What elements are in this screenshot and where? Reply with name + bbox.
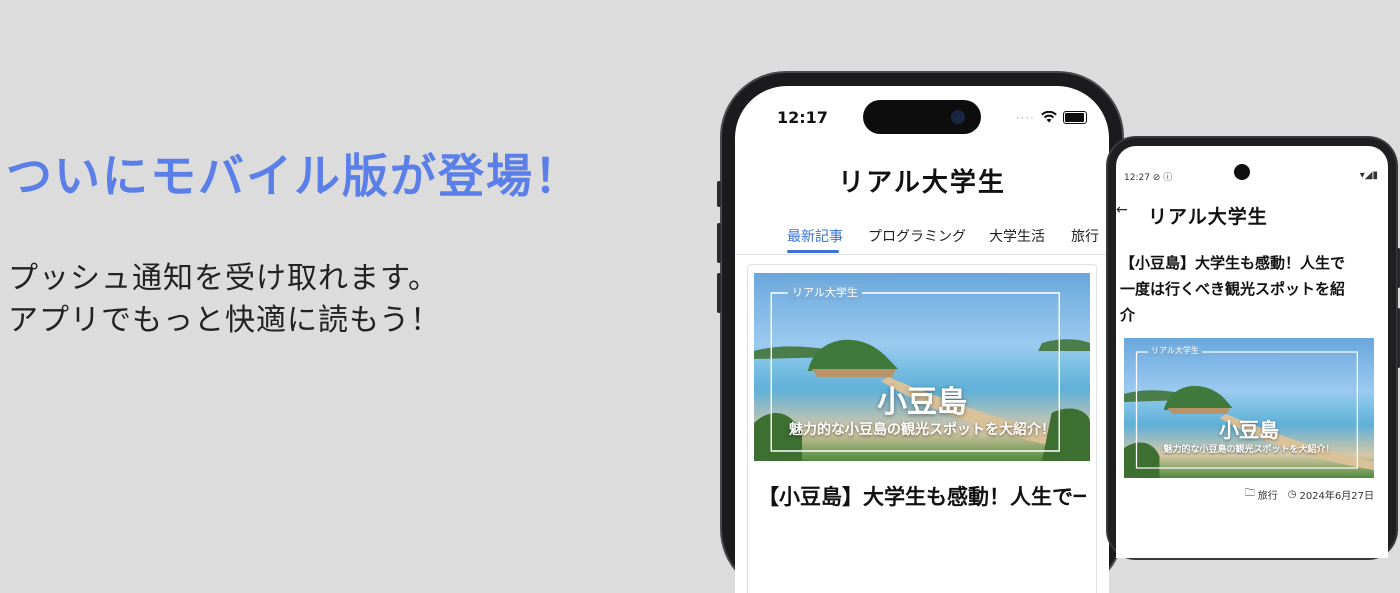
promo-subtext-line: アプリでもっと快適に読もう！: [8, 303, 442, 338]
thumbnail-title: 小豆島: [877, 385, 967, 420]
tab-travel[interactable]: 旅行: [1071, 226, 1099, 246]
article-thumbnail: リアル大学生 小豆島 魅力的な小豆島の観光スポットを大紹介！: [1124, 338, 1374, 478]
status-time: 12:17: [777, 108, 828, 127]
promo-subtext: プッシュ通知を受け取れます。 アプリでもっと快適に読もう！: [8, 258, 441, 342]
folder-icon: 🗀: [1244, 488, 1255, 499]
camera-icon: [951, 110, 965, 124]
article-title[interactable]: 【小豆島】大学生も感動！人生で一: [758, 479, 1086, 515]
thumbnail-title: 小豆島: [1219, 418, 1279, 442]
thumbnail-caption: 魅力的な小豆島の観光スポットを大紹介！: [789, 422, 1055, 438]
thumbnail-caption: 魅力的な小豆島の観光スポットを大紹介！: [1163, 445, 1335, 455]
android-mockup: 12:27 ⊘ ⓘ ▾◢▮ ← リアル大学生 【小豆島】大学生も感動！人生で 一…: [1108, 138, 1400, 558]
android-screen: 12:27 ⊘ ⓘ ▾◢▮ ← リアル大学生 【小豆島】大学生も感動！人生で 一…: [1116, 146, 1388, 558]
article-title-line: 介: [1120, 306, 1136, 324]
volume-down-button: [717, 273, 721, 313]
status-time: 12:27 ⊘ ⓘ: [1124, 173, 1173, 183]
tab-programming[interactable]: プログラミング: [868, 226, 966, 246]
thumbnail-brand: リアル大学生: [788, 284, 862, 300]
status-icons: ▾◢▮: [1359, 170, 1378, 181]
article-category[interactable]: 🗀 旅行: [1245, 486, 1278, 503]
thumbnail-brand: リアル大学生: [1148, 345, 1202, 356]
battery-icon: [1063, 111, 1087, 124]
site-logo[interactable]: リアル大学生: [735, 162, 1109, 199]
article-thumbnail[interactable]: リアル大学生 小豆島 魅力的な小豆島の観光スポットを大紹介！: [754, 273, 1090, 461]
article-title: 【小豆島】大学生も感動！人生で 一度は行くべき観光スポットを紹 介: [1120, 250, 1380, 328]
volume-up-button: [717, 223, 721, 263]
site-logo[interactable]: リアル大学生: [1148, 202, 1268, 229]
signal-icon: ····: [1015, 110, 1035, 125]
tabs-divider: [735, 254, 1109, 255]
mute-switch: [717, 181, 721, 207]
iphone-screen: 12:17 ···· リアル大学生 最新記事 プログラミング 大学生活 旅行 リ…: [735, 86, 1109, 593]
article-card[interactable]: リアル大学生 小豆島 魅力的な小豆島の観光スポットを大紹介！ 【小豆島】大学生も…: [747, 264, 1097, 593]
camera-icon: [1234, 164, 1250, 180]
article-title-line: 【小豆島】大学生も感動！人生で: [1120, 254, 1346, 272]
back-arrow-icon[interactable]: ←: [1116, 202, 1128, 218]
tab-college-life[interactable]: 大学生活: [989, 226, 1045, 246]
clock-icon: ◷: [1287, 489, 1297, 500]
category-tabs: 最新記事 プログラミング 大学生活 旅行: [735, 214, 1109, 254]
island-photo: [1124, 351, 1374, 478]
active-tab-indicator: [787, 250, 839, 253]
tab-latest[interactable]: 最新記事: [787, 226, 843, 246]
status-icons: ····: [1016, 108, 1087, 127]
wifi-icon: [1041, 108, 1057, 127]
iphone-mockup: 12:17 ···· リアル大学生 最新記事 プログラミング 大学生活 旅行 リ…: [717, 73, 1122, 593]
promo-subtext-line: プッシュ通知を受け取れます。: [8, 261, 439, 296]
dynamic-island: [863, 100, 981, 134]
article-meta: 🗀 旅行 ◷ 2024年6月27日: [1245, 486, 1374, 503]
promo-headline: ついにモバイル版が登場！: [6, 149, 582, 203]
article-title-line: 一度は行くべき観光スポットを紹: [1120, 280, 1346, 298]
article-date: ◷ 2024年6月27日: [1287, 489, 1374, 502]
